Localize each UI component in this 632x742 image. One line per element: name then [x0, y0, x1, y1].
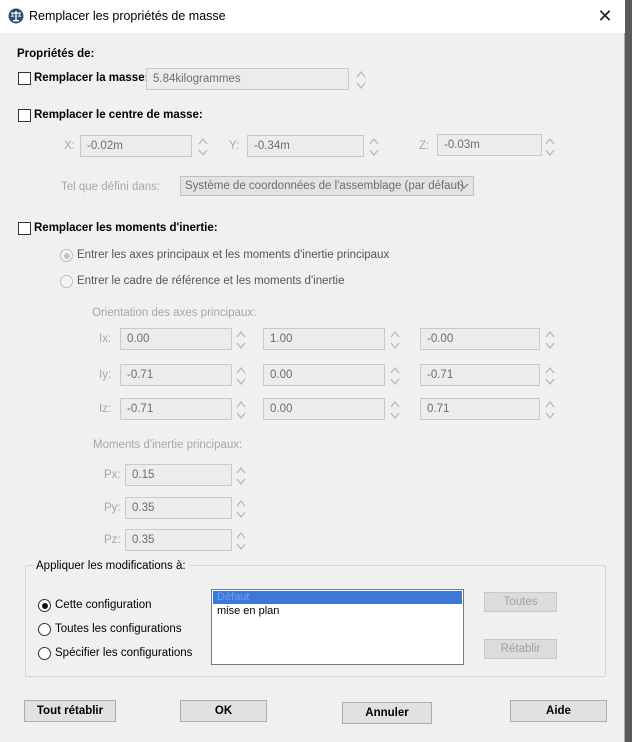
- coordinate-system-value: Système de coordonnées de l'assemblage (…: [185, 180, 464, 192]
- pz-input[interactable]: 0.35: [125, 529, 232, 551]
- override-mass-label: Remplacer la masse:: [34, 72, 149, 84]
- override-mass-checkbox[interactable]: [18, 72, 31, 85]
- all-configs-radio[interactable]: [38, 623, 51, 636]
- center-z-input[interactable]: -0.03m: [437, 134, 542, 156]
- configurations-list[interactable]: Défaut mise en plan: [211, 589, 464, 665]
- py-label: Py:: [104, 502, 121, 514]
- iy-3-input[interactable]: -0.71: [420, 364, 540, 386]
- config-item-default[interactable]: Défaut: [213, 591, 462, 604]
- cancel-button[interactable]: Annuler: [342, 702, 432, 724]
- ix-3-spinner[interactable]: [545, 328, 555, 352]
- principal-axes-label: Entrer les axes principaux et les moment…: [77, 249, 390, 261]
- reference-frame-radio[interactable]: [60, 275, 73, 288]
- ix-1-spinner[interactable]: [236, 328, 246, 352]
- center-z-spinner[interactable]: [545, 135, 555, 159]
- center-x-spinner[interactable]: [198, 135, 208, 159]
- iz-2-spinner[interactable]: [390, 398, 400, 422]
- ix-2-spinner[interactable]: [390, 328, 400, 352]
- z-label: Z:: [419, 140, 430, 152]
- override-inertia-checkbox[interactable]: [18, 222, 31, 235]
- pz-label: Pz:: [104, 534, 121, 546]
- orientation-heading: Orientation des axes principaux:: [92, 307, 257, 319]
- iy-2-input[interactable]: 0.00: [263, 364, 385, 386]
- properties-heading: Propriétés de:: [17, 48, 95, 60]
- chevron-down-icon: [459, 183, 469, 189]
- coordinate-system-select[interactable]: Système de coordonnées de l'assemblage (…: [180, 176, 474, 196]
- px-input[interactable]: 0.15: [125, 464, 232, 486]
- iy-1-input[interactable]: -0.71: [120, 364, 232, 386]
- this-config-label: Cette configuration: [55, 599, 152, 611]
- override-center-checkbox[interactable]: [18, 109, 31, 122]
- override-center-label: Remplacer le centre de masse:: [34, 109, 203, 121]
- iz-2-input[interactable]: 0.00: [263, 398, 385, 420]
- reset-all-button[interactable]: Tout rétablir: [24, 700, 116, 722]
- mass-properties-dialog: Remplacer les propriétés de masse ✕ Prop…: [0, 0, 625, 742]
- iy-1-spinner[interactable]: [236, 364, 246, 388]
- balance-scale-icon: [8, 8, 24, 24]
- principal-axes-radio[interactable]: [60, 249, 73, 262]
- all-configs-label: Toutes les configurations: [55, 623, 182, 635]
- config-item-drawing[interactable]: mise en plan: [213, 605, 462, 618]
- close-icon[interactable]: ✕: [595, 6, 615, 26]
- center-y-spinner[interactable]: [369, 135, 379, 159]
- y-label: Y:: [229, 140, 240, 152]
- all-button[interactable]: Toutes: [484, 592, 557, 612]
- this-config-radio[interactable]: [38, 599, 51, 612]
- iz-label: Iz:: [99, 403, 112, 415]
- override-inertia-label: Remplacer les moments d'inertie:: [34, 222, 218, 234]
- iy-3-spinner[interactable]: [545, 364, 555, 388]
- title-bar: Remplacer les propriétés de masse ✕: [0, 0, 625, 33]
- window-title: Remplacer les propriétés de masse: [29, 9, 226, 23]
- reset-config-button[interactable]: Rétablir: [484, 639, 557, 659]
- moments-heading: Moments d'inertie principaux:: [93, 439, 243, 451]
- iz-3-input[interactable]: 0.71: [420, 398, 540, 420]
- reference-frame-label: Entrer le cadre de référence et les mome…: [77, 275, 345, 287]
- center-y-input[interactable]: -0.34m: [247, 135, 364, 157]
- ix-label: Ix:: [99, 333, 112, 345]
- iy-2-spinner[interactable]: [390, 364, 400, 388]
- px-spinner[interactable]: [236, 464, 246, 488]
- ok-button[interactable]: OK: [180, 700, 267, 722]
- apply-changes-heading: Appliquer les modifications à:: [33, 560, 189, 572]
- iy-label: Iy:: [99, 369, 112, 381]
- ix-2-input[interactable]: 1.00: [263, 328, 385, 350]
- mass-spinner[interactable]: [356, 68, 366, 92]
- defined-in-label: Tel que défini dans:: [61, 181, 161, 193]
- help-button[interactable]: Aide: [510, 700, 607, 722]
- py-input[interactable]: 0.35: [125, 497, 232, 519]
- iz-3-spinner[interactable]: [545, 398, 555, 422]
- ix-1-input[interactable]: 0.00: [120, 328, 232, 350]
- specify-configs-radio[interactable]: [38, 647, 51, 660]
- x-label: X:: [64, 140, 75, 152]
- iz-1-spinner[interactable]: [236, 398, 246, 422]
- center-x-input[interactable]: -0.02m: [80, 135, 192, 157]
- px-label: Px:: [104, 469, 121, 481]
- mass-input[interactable]: 5.84kilogrammes: [146, 68, 349, 90]
- iz-1-input[interactable]: -0.71: [120, 398, 232, 420]
- py-spinner[interactable]: [236, 497, 246, 521]
- pz-spinner[interactable]: [236, 529, 246, 553]
- ix-3-input[interactable]: -0.00: [420, 328, 540, 350]
- specify-configs-label: Spécifier les configurations: [55, 647, 193, 659]
